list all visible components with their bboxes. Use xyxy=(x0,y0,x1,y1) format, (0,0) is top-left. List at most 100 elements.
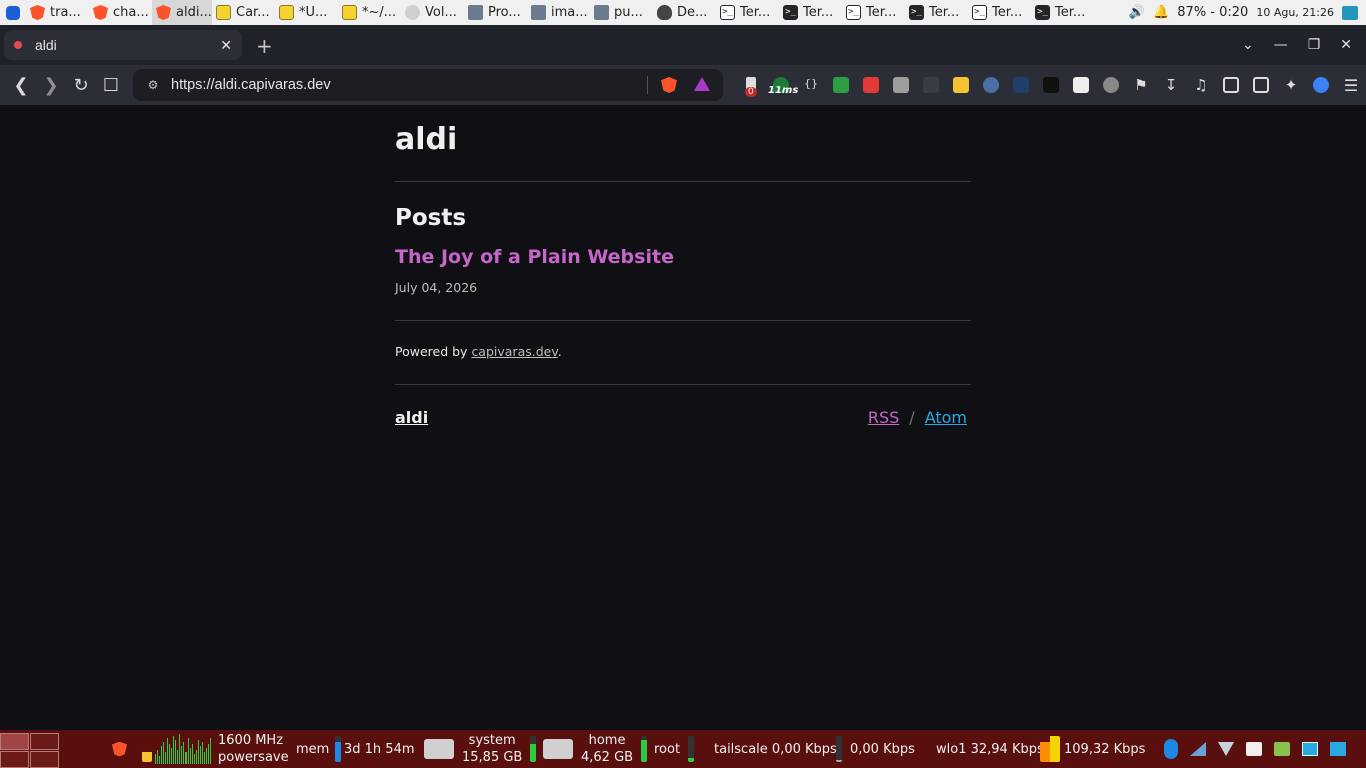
system-disk[interactable]: system 15,85 GB xyxy=(424,730,537,768)
wifi-signal-icon[interactable] xyxy=(1190,742,1206,756)
bluetooth-icon[interactable] xyxy=(1164,739,1178,759)
minimize-icon[interactable]: — xyxy=(1274,37,1288,53)
workspace-1[interactable] xyxy=(0,733,29,750)
vpn-icon[interactable] xyxy=(1218,742,1234,756)
taskbar-item[interactable]: Vol... xyxy=(401,0,464,25)
notification-icon[interactable]: 🔔 xyxy=(1153,5,1169,20)
workspace-4[interactable] xyxy=(30,751,59,768)
wallet-icon xyxy=(1253,77,1269,93)
taskbar-item[interactable]: cha... xyxy=(89,0,152,25)
tab-aldi[interactable]: aldi ✕ xyxy=(4,30,242,60)
extension-green[interactable] xyxy=(826,65,856,105)
extension-yellow[interactable] xyxy=(946,65,976,105)
extension-white[interactable] xyxy=(1066,65,1096,105)
extensions-menu[interactable]: ⚑ xyxy=(1126,65,1156,105)
volume-icon[interactable]: 🔊 xyxy=(1129,5,1145,20)
cpu-graph-bar xyxy=(191,744,193,764)
root-disk[interactable]: root xyxy=(654,730,695,768)
extension-dark[interactable] xyxy=(1036,65,1066,105)
powered-by: Powered by capivaras.dev. xyxy=(395,344,562,359)
workspace-pager[interactable] xyxy=(0,733,59,768)
media-button[interactable]: ♫ xyxy=(1186,65,1216,105)
system-tray: 🔊 🔔 87% - 0:20 10 Agu, 21:26 xyxy=(1129,5,1366,20)
clipboard-icon[interactable] xyxy=(1246,742,1262,756)
memory-monitor[interactable]: mem xyxy=(296,730,342,768)
brave-launcher[interactable] xyxy=(112,730,127,768)
taskbar-item[interactable]: ima... xyxy=(527,0,590,25)
extension-x[interactable] xyxy=(1006,65,1036,105)
workspace-3[interactable] xyxy=(0,751,29,768)
note-icon xyxy=(216,5,231,20)
menu-button[interactable]: ☰ xyxy=(1336,65,1366,105)
footer-home-link[interactable]: aldi xyxy=(395,408,428,427)
extension-red[interactable] xyxy=(856,65,886,105)
leo-button[interactable]: ✦ xyxy=(1276,65,1306,105)
capivaras-link[interactable]: capivaras.dev xyxy=(471,344,557,359)
taskbar-item-label: Pro... xyxy=(488,5,521,20)
wallet-button[interactable] xyxy=(1246,65,1276,105)
brave-icon xyxy=(112,741,127,757)
taskbar-item[interactable]: >_ Ter... xyxy=(842,0,905,25)
new-tab-button[interactable]: + xyxy=(256,34,273,58)
site-settings-icon[interactable]: ⚙ xyxy=(139,78,167,92)
address-bar[interactable]: ⚙ https://aldi.capivaras.dev xyxy=(133,69,723,101)
feed-separator: / xyxy=(909,408,915,427)
taskbar-item[interactable]: tra... xyxy=(26,0,89,25)
taskbar-item[interactable]: Car... xyxy=(212,0,275,25)
close-tab-icon[interactable]: ✕ xyxy=(220,37,232,54)
extension-camera[interactable] xyxy=(886,65,916,105)
downloads-button[interactable]: ↧ xyxy=(1156,65,1186,105)
screen-icon[interactable] xyxy=(1302,742,1318,756)
home-disk-label: home xyxy=(588,733,626,748)
brave-shields-icon[interactable] xyxy=(661,77,677,93)
sidebar-icon xyxy=(1223,77,1239,93)
battery-status[interactable]: 87% - 0:20 xyxy=(1177,5,1248,20)
taskbar-item[interactable]: Pro... xyxy=(464,0,527,25)
post-link[interactable]: The Joy of a Plain Website xyxy=(395,246,674,268)
download-icon: ↧ xyxy=(1164,76,1178,94)
bookmark-icon[interactable]: ☐ xyxy=(96,70,126,100)
extension-json[interactable]: {} xyxy=(796,65,826,105)
profile-button[interactable] xyxy=(1306,65,1336,105)
site-title[interactable]: aldi xyxy=(395,122,457,157)
taskbar-item[interactable]: *U... xyxy=(275,0,338,25)
extension-circle[interactable] xyxy=(1096,65,1126,105)
app-launcher-button[interactable] xyxy=(0,0,26,25)
desktop-icon[interactable] xyxy=(1330,742,1346,756)
header-divider xyxy=(395,181,971,182)
workspace-2[interactable] xyxy=(30,733,59,750)
extension-counter[interactable]: 0 xyxy=(736,65,766,105)
extension-ping[interactable]: 11ms xyxy=(766,65,798,105)
taskbar-item[interactable]: pu... xyxy=(590,0,653,25)
taskbar-item[interactable]: *~/... xyxy=(338,0,401,25)
taskbar-item[interactable]: >_ Ter... xyxy=(968,0,1031,25)
back-icon[interactable]: ❮ xyxy=(6,70,36,100)
taskbar-item[interactable]: >_ Ter... xyxy=(1031,0,1094,25)
taskbar-item[interactable]: >_ Ter... xyxy=(779,0,842,25)
white-extension-icon xyxy=(1073,77,1089,93)
clock[interactable]: 10 Agu, 21:26 xyxy=(1256,6,1334,19)
taskbar-item-label: Ter... xyxy=(1055,5,1086,20)
maximize-icon[interactable]: ❐ xyxy=(1308,37,1321,53)
extension-crx[interactable] xyxy=(916,65,946,105)
reload-icon[interactable]: ↻ xyxy=(66,70,96,100)
taskbar-item[interactable]: >_ Ter... xyxy=(716,0,779,25)
content-divider xyxy=(395,320,971,321)
top-panel: tra... cha... aldi... Car... *U... *~/... Vol.… xyxy=(0,0,1366,25)
trash-icon[interactable] xyxy=(1274,742,1290,756)
brave-rewards-icon[interactable] xyxy=(694,77,710,91)
taskbar-item[interactable]: De... xyxy=(653,0,716,25)
url-text[interactable]: https://aldi.capivaras.dev xyxy=(171,77,331,93)
tab-search-icon[interactable]: ⌄ xyxy=(1242,37,1254,53)
atom-link[interactable]: Atom xyxy=(925,408,967,427)
rss-link[interactable]: RSS xyxy=(868,408,899,427)
show-desktop-icon[interactable] xyxy=(1342,5,1358,20)
cpu-monitor[interactable] xyxy=(142,730,211,768)
sidebar-button[interactable] xyxy=(1216,65,1246,105)
forward-icon[interactable]: ❯ xyxy=(36,70,66,100)
home-disk[interactable]: home 4,62 GB xyxy=(543,730,648,768)
taskbar-item[interactable]: >_ Ter... xyxy=(905,0,968,25)
taskbar-item[interactable]: aldi... xyxy=(152,0,212,25)
close-window-icon[interactable]: ✕ xyxy=(1340,37,1352,53)
extension-cursor[interactable] xyxy=(976,65,1006,105)
